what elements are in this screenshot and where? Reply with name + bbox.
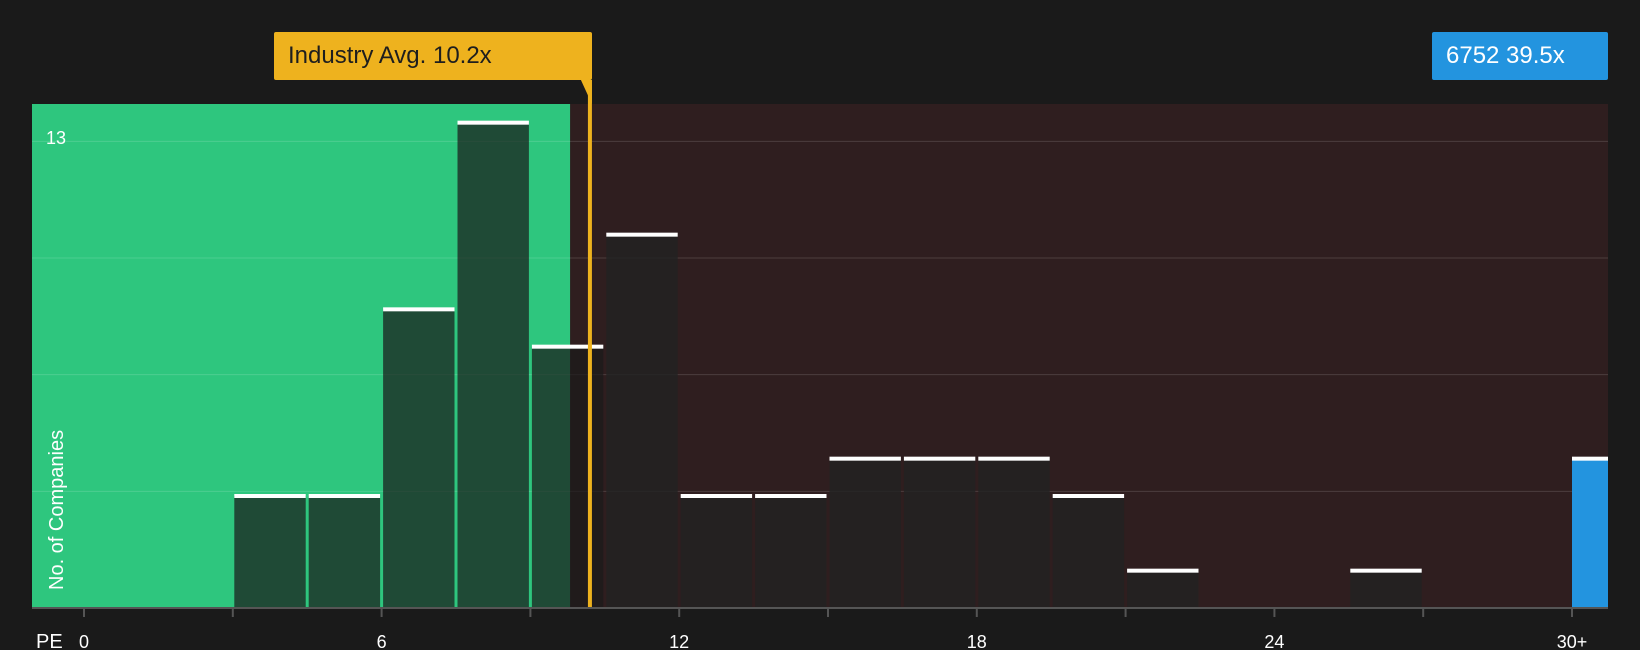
histogram-bar-cap-13: [1127, 568, 1199, 573]
histogram-bar-cap-14: [1350, 568, 1422, 573]
histogram-bar-cap-6: [606, 232, 678, 237]
histogram-bar-cap-12: [1052, 494, 1125, 498]
y-axis-title: No. of Companies: [46, 430, 68, 590]
y-top-tick-label: 13: [46, 128, 66, 148]
histogram-bar-6: [606, 234, 678, 608]
histogram-bar-12: [1052, 496, 1125, 608]
x-axis-title: PE: [36, 631, 63, 650]
x-tick-label-3: 18: [967, 632, 987, 650]
company-bar-group: [1572, 456, 1608, 608]
histogram-bar-cap-7: [680, 494, 753, 498]
histogram-bar-cap-5: [531, 344, 604, 349]
histogram-bar-4: [457, 122, 529, 609]
histogram-bar-cap-10: [903, 456, 976, 461]
histogram-bar-3: [383, 309, 455, 608]
industry-average-callout: Industry Avg. 10.2x: [274, 32, 592, 80]
histogram-bar-9: [829, 458, 901, 608]
x-tick-label-1: 6: [377, 632, 387, 650]
histogram-bar-1: [234, 496, 306, 608]
company-bar: [1572, 458, 1608, 608]
histogram-bar-7: [680, 496, 753, 608]
histogram-bar-2: [308, 496, 381, 608]
histogram-bar-cap-4: [457, 120, 529, 125]
company-bar-cap: [1572, 456, 1608, 461]
histogram-bar-cap-1: [234, 494, 306, 498]
histogram-bar-cap-11: [978, 456, 1050, 461]
company-pe-callout: 6752 39.5x: [1432, 32, 1608, 80]
histogram-bar-10: [903, 458, 976, 608]
pe-histogram-chart: 0 6 12 18 24 30+ PE 13 No. of Companies: [0, 0, 1640, 650]
histogram-bar-11: [978, 458, 1050, 608]
histogram-bar-8: [755, 496, 827, 608]
histogram-bar-cap-9: [829, 456, 901, 461]
x-tick-label-5: 30+: [1557, 632, 1588, 650]
histogram-bar-cap-2: [308, 494, 381, 498]
x-tick-label-2: 12: [669, 632, 689, 650]
x-tick-label-4: 24: [1264, 632, 1284, 650]
histogram-bar-cap-3: [383, 307, 455, 312]
histogram-bar-14: [1350, 570, 1422, 608]
histogram-bar-13: [1127, 570, 1199, 608]
histogram-bar-5: [531, 346, 604, 608]
x-tick-label-0: 0: [79, 632, 89, 650]
histogram-bar-cap-8: [755, 494, 827, 498]
